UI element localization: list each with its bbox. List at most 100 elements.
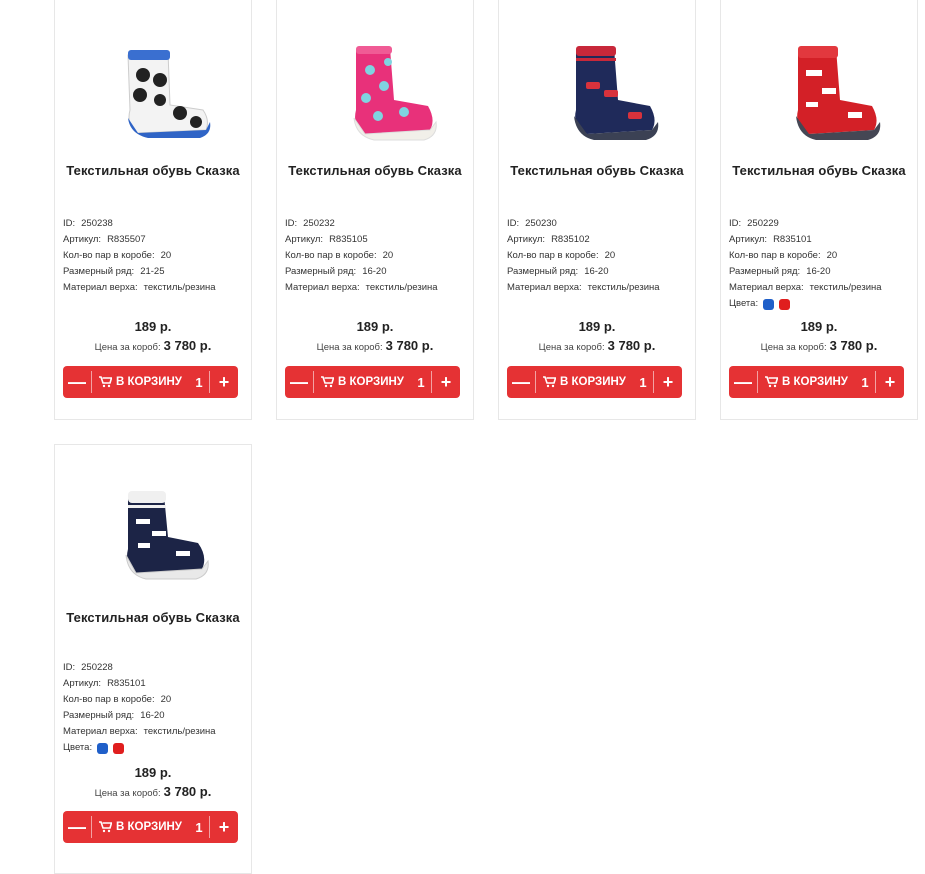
size-label: Размерный ряд: (507, 266, 579, 277)
qty-value[interactable]: 1 (189, 366, 209, 398)
article-value: R835105 (329, 234, 368, 245)
cart-icon (321, 376, 335, 388)
material-label: Материал верха: (285, 282, 360, 293)
color-swatch-blue[interactable] (97, 742, 109, 754)
pairs-value: 20 (604, 250, 616, 261)
cart-icon (99, 376, 113, 388)
color-swatch-blue[interactable] (763, 298, 775, 310)
box-price-value: 3 780 р. (163, 338, 212, 353)
cart-button-label: В КОРЗИНУ (116, 821, 182, 833)
pairs-value: 20 (160, 694, 172, 705)
id-label: ID: (63, 662, 76, 673)
decrease-qty-button[interactable]: — (63, 366, 91, 398)
cart-control: — В КОРЗИНУ 1 + (63, 366, 238, 398)
id-value: 250230 (525, 218, 557, 229)
box-price: Цена за короб: 3 780 р. (55, 784, 251, 799)
cart-button-label: В КОРЗИНУ (782, 376, 848, 388)
box-price-label: Цена за короб: (94, 342, 161, 353)
product-card: Текстильная обувь Сказка ID: 250228 Артик… (54, 444, 252, 874)
decrease-qty-button[interactable]: — (63, 811, 91, 843)
material-label: Материал верха: (729, 282, 804, 293)
colors-label: Цвета: (63, 742, 93, 753)
material-value: текстиль/резина (365, 282, 438, 293)
id-label: ID: (507, 218, 520, 229)
article-label: Артикул: (507, 234, 546, 245)
decrease-qty-button[interactable]: — (507, 366, 535, 398)
cart-button-label: В КОРЗИНУ (116, 376, 182, 388)
box-price: Цена за короб: 3 780 р. (277, 338, 473, 353)
box-price-label: Цена за короб: (94, 788, 161, 799)
article-label: Артикул: (729, 234, 768, 245)
pairs-label: Кол-во пар в коробе: (507, 250, 599, 261)
box-price: Цена за короб: 3 780 р. (55, 338, 251, 353)
qty-value[interactable]: 1 (855, 366, 875, 398)
id-label: ID: (63, 218, 76, 229)
product-title[interactable]: Текстильная обувь Сказка (721, 163, 917, 178)
material-label: Материал верха: (63, 726, 138, 737)
pairs-value: 20 (160, 250, 172, 261)
color-swatch-red[interactable] (779, 298, 791, 310)
size-value: 16-20 (584, 266, 609, 277)
product-price: 189 р. (800, 319, 838, 334)
article-label: Артикул: (63, 234, 102, 245)
box-price: Цена за короб: 3 780 р. (499, 338, 695, 353)
size-label: Размерный ряд: (63, 710, 135, 721)
qty-value[interactable]: 1 (411, 366, 431, 398)
product-price: 189 р. (356, 319, 394, 334)
color-swatch-red[interactable] (113, 742, 125, 754)
cart-control: — В КОРЗИНУ 1 + (63, 811, 238, 843)
decrease-qty-button[interactable]: — (729, 366, 757, 398)
product-image[interactable] (277, 30, 473, 150)
product-specs: ID: 250229 Артикул: R835101 Кол-во пар в к… (729, 216, 882, 312)
product-title[interactable]: Текстильная обувь Сказка (499, 163, 695, 178)
product-card: Текстильная обувь Сказка ID: 250232 Артик… (276, 0, 474, 420)
material-value: текстиль/резина (143, 282, 216, 293)
box-price-value: 3 780 р. (385, 338, 434, 353)
box-price-value: 3 780 р. (163, 784, 212, 799)
size-label: Размерный ряд: (729, 266, 801, 277)
increase-qty-button[interactable]: + (876, 366, 904, 398)
qty-value[interactable]: 1 (189, 811, 209, 843)
add-to-cart-button[interactable]: В КОРЗИНУ (92, 811, 189, 843)
product-price: 189 р. (134, 319, 172, 334)
cart-control: — В КОРЗИНУ 1 + (285, 366, 460, 398)
decrease-qty-button[interactable]: — (285, 366, 313, 398)
article-label: Артикул: (285, 234, 324, 245)
product-title[interactable]: Текстильная обувь Сказка (55, 163, 251, 178)
increase-qty-button[interactable]: + (210, 366, 238, 398)
product-specs: ID: 250228 Артикул: R835101 Кол-во пар в к… (63, 660, 216, 756)
product-specs: ID: 250230 Артикул: R835102 Кол-во пар в к… (507, 216, 660, 296)
qty-value[interactable]: 1 (633, 366, 653, 398)
box-price-value: 3 780 р. (829, 338, 878, 353)
article-value: R835507 (107, 234, 146, 245)
cart-control: — В КОРЗИНУ 1 + (507, 366, 682, 398)
increase-qty-button[interactable]: + (210, 811, 238, 843)
product-card: Текстильная обувь Сказка ID: 250238 Артик… (54, 0, 252, 420)
product-image[interactable] (55, 30, 251, 150)
cart-button-label: В КОРЗИНУ (338, 376, 404, 388)
id-value: 250232 (303, 218, 335, 229)
product-image[interactable] (55, 477, 251, 597)
add-to-cart-button[interactable]: В КОРЗИНУ (314, 366, 411, 398)
box-price-value: 3 780 р. (607, 338, 656, 353)
increase-qty-button[interactable]: + (654, 366, 682, 398)
product-image[interactable] (499, 30, 695, 150)
add-to-cart-button[interactable]: В КОРЗИНУ (758, 366, 855, 398)
product-title[interactable]: Текстильная обувь Сказка (55, 610, 251, 625)
id-value: 250238 (81, 218, 113, 229)
add-to-cart-button[interactable]: В КОРЗИНУ (92, 366, 189, 398)
product-image[interactable] (721, 30, 917, 150)
size-value: 16-20 (362, 266, 387, 277)
article-label: Артикул: (63, 678, 102, 689)
add-to-cart-button[interactable]: В КОРЗИНУ (536, 366, 633, 398)
cart-icon (765, 376, 779, 388)
product-title[interactable]: Текстильная обувь Сказка (277, 163, 473, 178)
material-label: Материал верха: (63, 282, 138, 293)
increase-qty-button[interactable]: + (432, 366, 460, 398)
pairs-label: Кол-во пар в коробе: (63, 250, 155, 261)
box-price: Цена за короб: 3 780 р. (721, 338, 917, 353)
material-label: Материал верха: (507, 282, 582, 293)
material-value: текстиль/резина (587, 282, 660, 293)
article-value: R835101 (107, 678, 146, 689)
product-specs: ID: 250232 Артикул: R835105 Кол-во пар в к… (285, 216, 438, 296)
